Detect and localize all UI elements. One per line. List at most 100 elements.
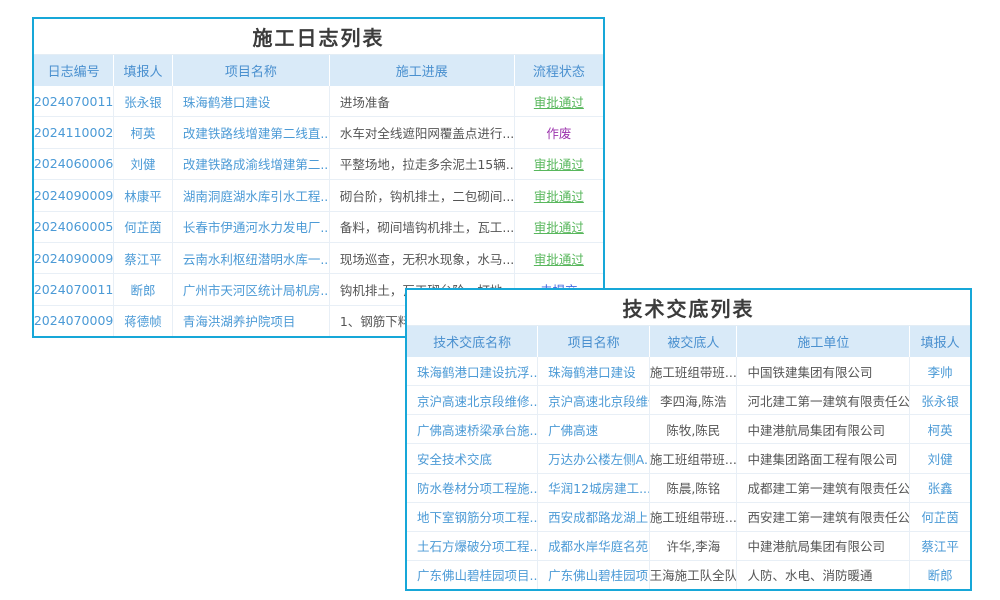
cell-status[interactable]: 审批通过 [515,180,603,210]
cell-project_name[interactable]: 改建铁路成渝线增建第二... [173,149,330,179]
cell-disclosure_name[interactable]: 广东佛山碧桂园项目... [407,561,538,589]
cell-recipient: 李四海,陈浩 [650,386,737,414]
column-header-project_name: 项目名称 [173,55,330,86]
cell-disclosure_name[interactable]: 广佛高速桥梁承台施... [407,415,538,443]
cell-recipient: 王海施工队全队 [650,561,737,589]
cell-recipient: 施工班组带班... [650,444,737,472]
cell-disclosure_name[interactable]: 京沪高速北京段维修... [407,386,538,414]
cell-status[interactable]: 作废 [515,117,603,147]
table-row: 土石方爆破分项工程...成都水岸华庭名苑...许华,李海中建港航局集团有限公司蔡… [407,532,970,561]
construction-log-title: 施工日志列表 [34,19,603,55]
cell-status[interactable]: 审批通过 [515,149,603,179]
cell-unit: 中国铁建集团有限公司 [737,357,910,385]
cell-reporter[interactable]: 林康平 [114,180,173,210]
cell-progress: 平整场地，拉走多余泥土15辆... [330,149,515,179]
cell-log_id[interactable]: 2024060006 [34,149,114,179]
cell-reporter[interactable]: 刘健 [910,444,970,472]
cell-reporter[interactable]: 何芷茵 [910,503,970,531]
cell-project_name[interactable]: 西安成都路龙湖上... [538,503,650,531]
cell-progress: 进场准备 [330,86,515,116]
cell-reporter[interactable]: 刘健 [114,149,173,179]
cell-reporter[interactable]: 断郎 [114,274,173,304]
cell-project_name[interactable]: 珠海鹤港口建设 [538,357,650,385]
cell-reporter[interactable]: 蔡江平 [910,532,970,560]
cell-reporter[interactable]: 柯英 [910,415,970,443]
cell-log_id[interactable]: 2024090009 [34,243,114,273]
table-row: 2024060006刘健改建铁路成渝线增建第二...平整场地，拉走多余泥土15辆… [34,149,603,180]
cell-status[interactable]: 审批通过 [515,86,603,116]
cell-unit: 河北建工第一建筑有限责任公司 [737,386,910,414]
cell-disclosure_name[interactable]: 珠海鹤港口建设抗浮... [407,357,538,385]
cell-reporter[interactable]: 蔡江平 [114,243,173,273]
cell-project_name[interactable]: 湖南洞庭湖水库引水工程... [173,180,330,210]
column-header-recipient: 被交底人 [650,326,737,357]
cell-unit: 中建集团路面工程有限公司 [737,444,910,472]
cell-recipient: 施工班组带班... [650,503,737,531]
table-row: 2024090009蔡江平云南水利枢纽潜明水库一...现场巡查，无积水现象，水马… [34,243,603,274]
cell-reporter[interactable]: 李帅 [910,357,970,385]
cell-progress: 水车对全线遮阳网覆盖点进行... [330,117,515,147]
cell-project_name[interactable]: 广佛高速 [538,415,650,443]
cell-disclosure_name[interactable]: 防水卷材分项工程施... [407,474,538,502]
cell-unit: 西安建工第一建筑有限责任公司 [737,503,910,531]
cell-disclosure_name[interactable]: 土石方爆破分项工程... [407,532,538,560]
cell-reporter[interactable]: 蒋德帧 [114,306,173,336]
cell-project_name[interactable]: 华润12城房建工... [538,474,650,502]
table-row: 2024110002柯英改建铁路线增建第二线直...水车对全线遮阳网覆盖点进行.… [34,117,603,148]
construction-log-header-row: 日志编号填报人项目名称施工进展流程状态 [34,55,603,86]
cell-progress: 备料，砌间墙钩机排土，瓦工... [330,212,515,242]
technical-disclosure-header-row: 技术交底名称项目名称被交底人施工单位填报人 [407,326,970,357]
column-header-progress: 施工进展 [330,55,515,86]
cell-disclosure_name[interactable]: 地下室钢筋分项工程... [407,503,538,531]
cell-project_name[interactable]: 广东佛山碧桂园项目 [538,561,650,589]
cell-project_name[interactable]: 云南水利枢纽潜明水库一... [173,243,330,273]
page: 施工日志列表 日志编号填报人项目名称施工进展流程状态 2024070011张永银… [0,0,1000,600]
table-row: 广佛高速桥梁承台施...广佛高速陈牧,陈民中建港航局集团有限公司柯英 [407,415,970,444]
cell-recipient: 施工班组带班... [650,357,737,385]
cell-reporter[interactable]: 张永银 [114,86,173,116]
cell-reporter[interactable]: 何芷茵 [114,212,173,242]
table-row: 2024060005何芷茵长春市伊通河水力发电厂...备料，砌间墙钩机排土，瓦工… [34,212,603,243]
table-row: 京沪高速北京段维修...京沪高速北京段维修李四海,陈浩河北建工第一建筑有限责任公… [407,386,970,415]
cell-log_id[interactable]: 2024070011 [34,274,114,304]
cell-progress: 砌台阶，钩机排土，二包砌间... [330,180,515,210]
cell-project_name[interactable]: 珠海鹤港口建设 [173,86,330,116]
table-row: 2024090009林康平湖南洞庭湖水库引水工程...砌台阶，钩机排土，二包砌间… [34,180,603,211]
cell-project_name[interactable]: 成都水岸华庭名苑... [538,532,650,560]
table-row: 防水卷材分项工程施...华润12城房建工...陈晨,陈铭成都建工第一建筑有限责任… [407,474,970,503]
column-header-log_id: 日志编号 [34,55,114,86]
cell-unit: 成都建工第一建筑有限责任公司 [737,474,910,502]
cell-status[interactable]: 审批通过 [515,212,603,242]
cell-log_id[interactable]: 2024090009 [34,180,114,210]
technical-disclosure-rows: 珠海鹤港口建设抗浮...珠海鹤港口建设施工班组带班...中国铁建集团有限公司李帅… [407,357,970,589]
cell-project_name[interactable]: 青海洪湖养护院项目 [173,306,330,336]
cell-log_id[interactable]: 2024060005 [34,212,114,242]
cell-reporter[interactable]: 张永银 [910,386,970,414]
column-header-reporter: 填报人 [910,326,970,357]
cell-disclosure_name[interactable]: 安全技术交底 [407,444,538,472]
table-row: 地下室钢筋分项工程...西安成都路龙湖上...施工班组带班...西安建工第一建筑… [407,503,970,532]
technical-disclosure-panel: 技术交底列表 技术交底名称项目名称被交底人施工单位填报人 珠海鹤港口建设抗浮..… [405,288,972,591]
cell-project_name[interactable]: 广州市天河区统计局机房... [173,274,330,304]
cell-project_name[interactable]: 京沪高速北京段维修 [538,386,650,414]
cell-status[interactable]: 审批通过 [515,243,603,273]
cell-project_name[interactable]: 改建铁路线增建第二线直... [173,117,330,147]
technical-disclosure-title: 技术交底列表 [407,290,970,326]
cell-reporter[interactable]: 柯英 [114,117,173,147]
cell-log_id[interactable]: 2024070011 [34,86,114,116]
cell-log_id[interactable]: 2024070009 [34,306,114,336]
table-row: 2024070011张永银珠海鹤港口建设进场准备审批通过 [34,86,603,117]
column-header-disclosure_name: 技术交底名称 [407,326,538,357]
cell-unit: 人防、水电、消防暖通 [737,561,910,589]
cell-unit: 中建港航局集团有限公司 [737,415,910,443]
table-row: 广东佛山碧桂园项目...广东佛山碧桂园项目王海施工队全队人防、水电、消防暖通断郎 [407,561,970,589]
cell-project_name[interactable]: 长春市伊通河水力发电厂... [173,212,330,242]
cell-log_id[interactable]: 2024110002 [34,117,114,147]
column-header-unit: 施工单位 [737,326,910,357]
table-row: 珠海鹤港口建设抗浮...珠海鹤港口建设施工班组带班...中国铁建集团有限公司李帅 [407,357,970,386]
cell-recipient: 许华,李海 [650,532,737,560]
table-row: 安全技术交底万达办公楼左侧A...施工班组带班...中建集团路面工程有限公司刘健 [407,444,970,473]
cell-project_name[interactable]: 万达办公楼左侧A... [538,444,650,472]
cell-reporter[interactable]: 张鑫 [910,474,970,502]
cell-reporter[interactable]: 断郎 [910,561,970,589]
